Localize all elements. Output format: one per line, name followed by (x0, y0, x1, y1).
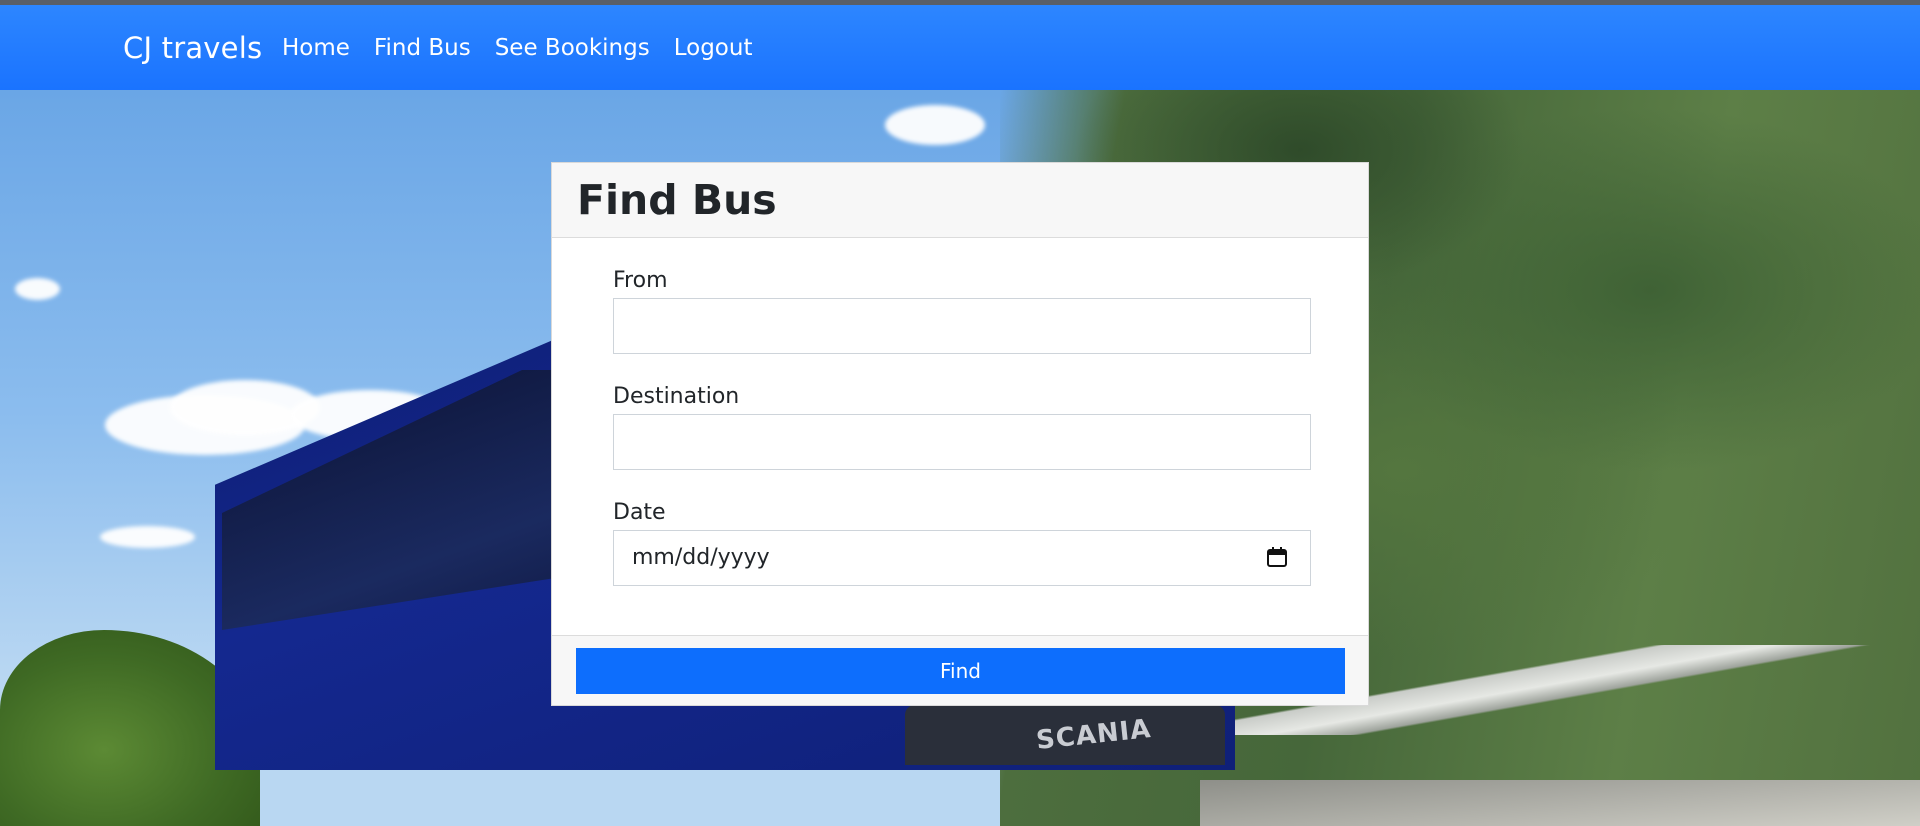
date-input[interactable]: mm/dd/yyyy (613, 530, 1311, 586)
nav-link-find-bus[interactable]: Find Bus (374, 35, 471, 61)
card-title: Find Bus (577, 176, 777, 224)
nav-links: Home Find Bus See Bookings Logout (282, 35, 776, 61)
road (1200, 780, 1920, 826)
find-button[interactable]: Find (576, 648, 1345, 694)
cloud (885, 105, 985, 145)
nav-link-home[interactable]: Home (282, 35, 350, 61)
top-navbar: CJ travels Home Find Bus See Bookings Lo… (0, 5, 1920, 90)
card-footer: Find (552, 635, 1368, 705)
date-label: Date (613, 500, 666, 525)
cloud (15, 278, 60, 300)
destination-label: Destination (613, 384, 740, 409)
cloud (100, 526, 195, 548)
calendar-icon[interactable] (1266, 546, 1288, 568)
from-label: From (613, 268, 668, 293)
nav-link-logout[interactable]: Logout (674, 35, 753, 61)
from-input[interactable] (613, 298, 1311, 354)
destination-input[interactable] (613, 414, 1311, 470)
card-header: Find Bus (552, 163, 1368, 238)
date-placeholder: mm/dd/yyyy (632, 545, 770, 570)
find-bus-card: Find Bus From Destination Date mm/dd/yyy… (551, 162, 1369, 706)
nav-link-see-bookings[interactable]: See Bookings (495, 35, 650, 61)
brand-link[interactable]: CJ travels (123, 31, 262, 65)
